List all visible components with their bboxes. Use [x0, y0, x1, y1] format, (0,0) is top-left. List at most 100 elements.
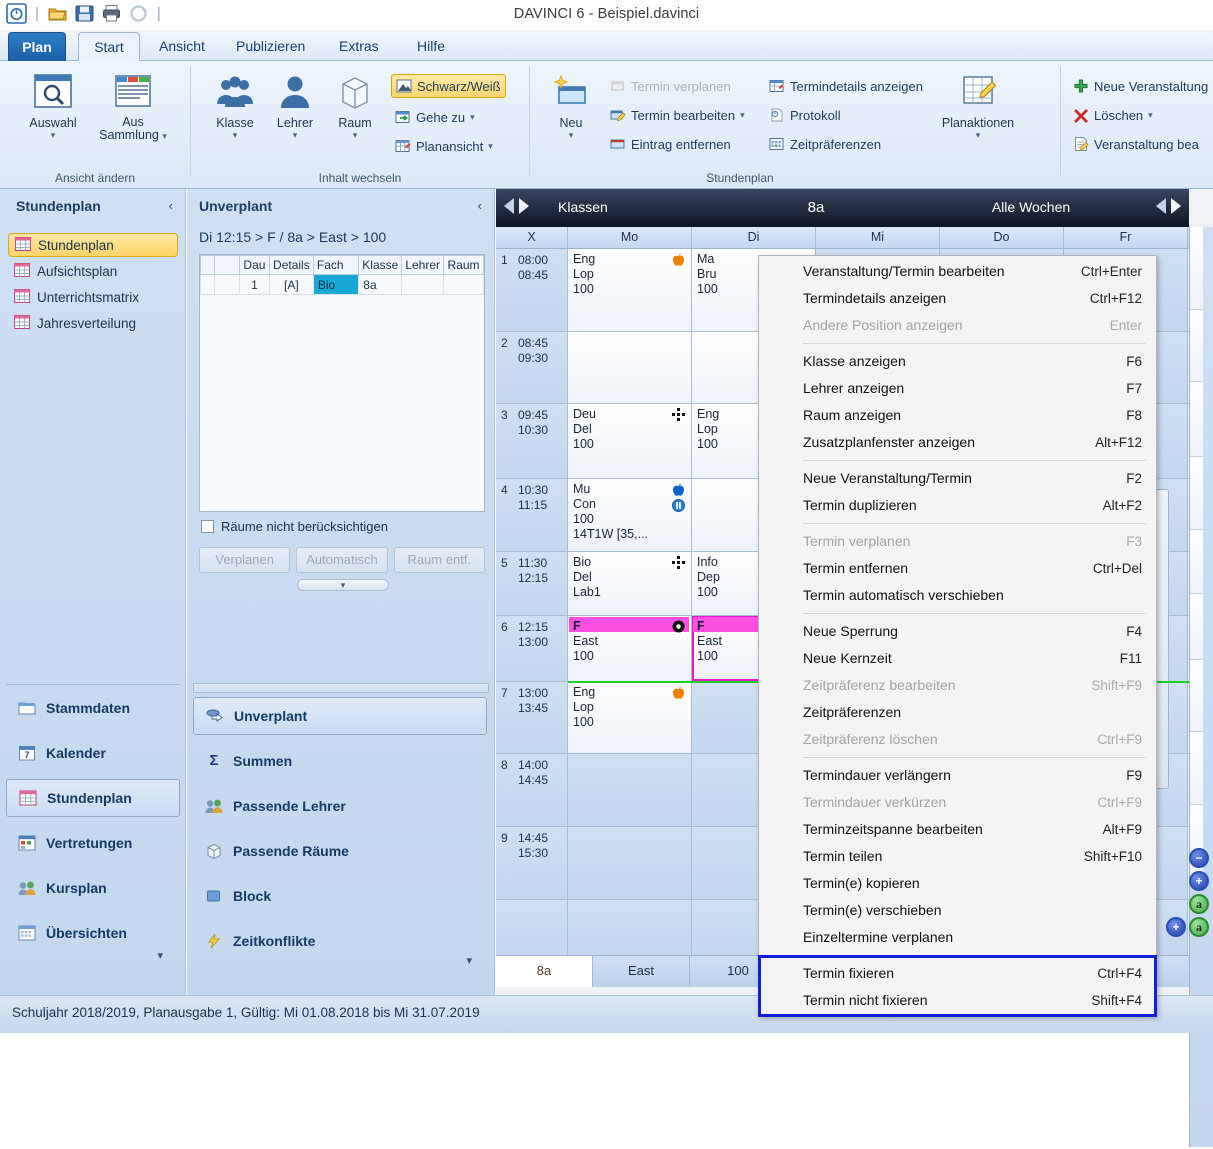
prev-week-icon[interactable] [1156, 198, 1166, 214]
menu-item-termin-teilen[interactable]: Termin teilen Shift+F10 [759, 843, 1156, 870]
menu-item-terminzeitspanne-bearbeiten[interactable]: Terminzeitspanne bearbeiten Alt+F9 [759, 816, 1156, 843]
lesson-cell[interactable]: Deu Del 100 [568, 404, 692, 478]
zoom-in-button[interactable]: + [1189, 871, 1209, 891]
font-larger-button[interactable]: a [1189, 917, 1209, 937]
menu-item-lehrer-anzeigen[interactable]: Lehrer anzeigen F7 [759, 375, 1156, 402]
sidebar-module-stundenplan[interactable]: Stundenplan [6, 779, 180, 817]
sidebar-collapse-icon[interactable]: ‹ [169, 189, 173, 223]
col-raum[interactable]: Raum [443, 255, 484, 275]
sidebar-more-icon[interactable]: ▾ [157, 949, 163, 962]
menu-item-zeitpraeferenzen[interactable]: Zeitpräferenzen [759, 699, 1156, 726]
protokoll-button[interactable]: Protokoll [765, 103, 845, 127]
menu-item-termine-verschieben[interactable]: Termin(e) verschieben [759, 897, 1156, 924]
chevron-down-icon[interactable]: ▾ [162, 131, 167, 141]
tab-publizieren[interactable]: Publizieren [223, 32, 318, 61]
menu-item-termin-fixieren[interactable]: Termin fixieren Ctrl+F4 [759, 960, 1156, 987]
tab-hilfe[interactable]: Hilfe [404, 32, 458, 61]
column-header-fr[interactable]: Fr [1064, 227, 1188, 248]
lesson-cell-empty[interactable] [568, 754, 692, 826]
panel-splitter-handle[interactable]: ▾ [297, 579, 389, 591]
schwarz-weiss-button[interactable]: Schwarz/Weiß [391, 74, 506, 98]
lesson-cell[interactable]: Eng Lop 100 [568, 249, 692, 331]
chevron-down-icon[interactable]: ▾ [488, 141, 493, 151]
col-details[interactable]: Details [268, 255, 314, 275]
rooms-ignore-checkbox-row[interactable]: Räume nicht berücksichtigen [201, 519, 388, 534]
chevron-down-icon[interactable]: ▾ [1148, 110, 1153, 120]
menu-item-termine-kopieren[interactable]: Termin(e) kopieren [759, 870, 1156, 897]
menu-item-veranstaltung-termin-bearbeiten[interactable]: Veranstaltung/Termin bearbeiten Ctrl+Ent… [759, 258, 1156, 285]
zoom-out-button[interactable]: − [1189, 848, 1209, 868]
raum-entfernen-button[interactable]: Raum entf. [393, 547, 485, 573]
menu-item-klasse-anzeigen[interactable]: Klasse anzeigen F6 [759, 348, 1156, 375]
panel-item-passende-raeume[interactable]: Passende Räume [193, 832, 487, 870]
sidebar-module-kalender[interactable]: 7 Kalender [6, 734, 180, 772]
zeitpraeferenzen-button[interactable]: Zeitpräferenzen [765, 132, 885, 156]
menu-item-termin-nicht-fixieren[interactable]: Termin nicht fixieren Shift+F4 [759, 987, 1156, 1014]
chevron-down-icon[interactable]: ▾ [534, 130, 608, 140]
raum-button[interactable]: Raum ▾ [318, 67, 392, 140]
col-dau[interactable]: Dau [238, 255, 270, 275]
eintrag-entfernen-button[interactable]: Eintrag entfernen [606, 132, 735, 156]
column-header-do[interactable]: Do [940, 227, 1064, 248]
menu-item-termin-automatisch-verschieben[interactable]: Termin automatisch verschieben [759, 582, 1156, 609]
chevron-down-icon[interactable]: ▾ [318, 130, 392, 140]
termin-bearbeiten-button[interactable]: Termin bearbeiten ▾ [606, 103, 749, 127]
menu-item-termin-entfernen[interactable]: Termin entfernen Ctrl+Del [759, 555, 1156, 582]
column-header-mo[interactable]: Mo [568, 227, 692, 248]
tab-ansicht[interactable]: Ansicht [146, 32, 218, 61]
column-header-di[interactable]: Di [692, 227, 816, 248]
sidebar-module-stammdaten[interactable]: Stammdaten [6, 689, 180, 727]
neu-button[interactable]: Neu ▾ [534, 67, 608, 140]
next-object-icon[interactable] [519, 198, 529, 214]
panel-item-block[interactable]: Block [193, 877, 487, 915]
panel-item-unverplant[interactable]: Unverplant [193, 697, 487, 735]
loeschen-button[interactable]: Löschen ▾ [1069, 103, 1157, 127]
lesson-cell-empty[interactable] [568, 900, 692, 955]
sidebar-module-kursplan[interactable]: Kursplan [6, 869, 180, 907]
chevron-down-icon[interactable]: ▾ [740, 110, 745, 120]
col-fach[interactable]: Fach [312, 255, 360, 275]
rooms-ignore-checkbox[interactable] [201, 520, 214, 533]
aus-sammlung-button[interactable]: Aus Sammlung ▾ [96, 67, 170, 142]
tab-start[interactable]: Start [78, 32, 140, 61]
veranstaltung-bearbeiten-button[interactable]: Veranstaltung bea [1069, 132, 1203, 156]
col-lehrer[interactable]: Lehrer [401, 255, 444, 275]
gehe-zu-button[interactable]: Gehe zu ▾ [391, 105, 479, 129]
auswahl-button[interactable]: Auswahl ▾ [16, 67, 90, 140]
menu-item-neue-sperrung[interactable]: Neue Sperrung F4 [759, 618, 1156, 645]
sidebar-module-vertretungen[interactable]: Vertretungen [6, 824, 180, 862]
menu-item-zusatzplanfenster-anzeigen[interactable]: Zusatzplanfenster anzeigen Alt+F12 [759, 429, 1156, 456]
tab-plan[interactable]: Plan [8, 32, 66, 61]
prev-object-icon[interactable] [504, 198, 514, 214]
col-marker[interactable] [200, 255, 215, 275]
automatisch-button[interactable]: Automatisch [296, 547, 388, 573]
lesson-cell[interactable]: Bio Del Lab1 [568, 552, 692, 615]
bottom-tab-8a[interactable]: 8a [496, 956, 593, 987]
sidebar-item-jahresverteilung[interactable]: Jahresverteilung [8, 311, 178, 335]
panel-item-zeitkonflikte[interactable]: Zeitkonflikte [193, 922, 487, 960]
sidebar-item-aufsichtsplan[interactable]: Aufsichtsplan [8, 259, 178, 283]
menu-item-einzeltermine-verplanen[interactable]: Einzeltermine verplanen [759, 924, 1156, 951]
panel-more-icon[interactable]: ▾ [466, 954, 472, 967]
bottom-tab-east[interactable]: East [593, 956, 690, 987]
menu-item-termindauer-verlaengern[interactable]: Termindauer verlängern F9 [759, 762, 1156, 789]
termin-verplanen-button[interactable]: Termin verplanen [606, 74, 735, 98]
table-row[interactable]: 1 [A] Bio 8a [200, 274, 484, 295]
lesson-cell[interactable]: Mu Con 100 14T1W [35,... [568, 479, 692, 551]
menu-item-zeitpraeferenz-loeschen[interactable]: Zeitpräferenz löschen Ctrl+F9 [759, 726, 1156, 753]
sidebar-item-stundenplan[interactable]: Stundenplan [8, 233, 178, 257]
planaktionen-button[interactable]: Planaktionen ▾ [930, 67, 1026, 140]
chevron-down-icon[interactable]: ▾ [930, 130, 1026, 140]
col-klasse[interactable]: Klasse [358, 255, 403, 275]
menu-item-neue-veranstaltung-termin[interactable]: Neue Veranstaltung/Termin F2 [759, 465, 1156, 492]
menu-item-neue-kernzeit[interactable]: Neue Kernzeit F11 [759, 645, 1156, 672]
panel-item-summen[interactable]: Σ Summen [193, 742, 487, 780]
lesson-cell[interactable]: Eng Lop 100 [568, 682, 692, 753]
planansicht-button[interactable]: Planansicht ▾ [391, 134, 497, 158]
menu-item-termin-verplanen[interactable]: Termin verplanen F3 [759, 528, 1156, 555]
menu-item-termindetails-anzeigen[interactable]: Termindetails anzeigen Ctrl+F12 [759, 285, 1156, 312]
unplanned-collapse-icon[interactable]: ‹ [478, 189, 482, 223]
lesson-cell-empty[interactable] [568, 332, 692, 403]
chevron-down-icon[interactable]: ▾ [16, 130, 90, 140]
next-week-icon[interactable] [1171, 198, 1181, 214]
